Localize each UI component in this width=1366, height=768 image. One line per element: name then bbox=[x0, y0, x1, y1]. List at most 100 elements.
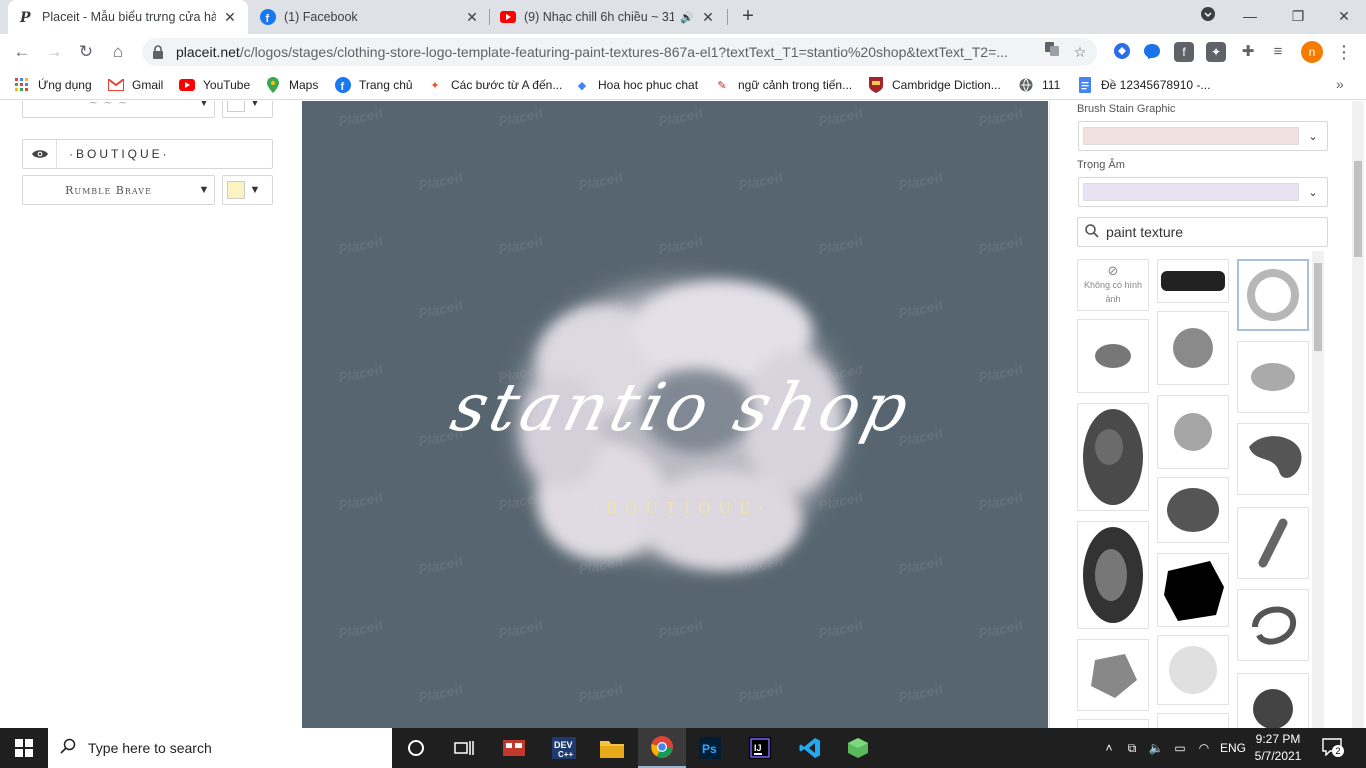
bookmark-steps[interactable]: ✦ Các bước từ A đến... bbox=[427, 76, 562, 94]
graphic-tile[interactable] bbox=[1237, 673, 1309, 728]
forward-button[interactable]: → bbox=[40, 38, 68, 66]
chevron-down-icon: ▼ bbox=[198, 184, 210, 196]
battery-icon[interactable]: ▭ bbox=[1168, 741, 1192, 755]
graphic-tile[interactable] bbox=[1157, 259, 1229, 303]
graphic-tile[interactable] bbox=[1237, 589, 1309, 661]
bookmark-apps[interactable]: Ứng dụng bbox=[14, 76, 92, 94]
graphic-tile-none[interactable]: ⊘ Không có hình ảnh bbox=[1077, 259, 1149, 311]
lock-icon[interactable] bbox=[152, 45, 166, 59]
puzzle-icon[interactable]: ✚ bbox=[1238, 42, 1258, 62]
graphic-tile[interactable] bbox=[1157, 553, 1229, 627]
page-scrollbar[interactable] bbox=[1352, 101, 1364, 728]
graphic-tile-selected[interactable] bbox=[1237, 259, 1309, 331]
close-icon[interactable]: ✕ bbox=[222, 9, 238, 25]
close-icon[interactable]: ✕ bbox=[464, 9, 480, 25]
speaker-icon[interactable]: 🔊 bbox=[680, 11, 694, 24]
restore-button[interactable]: ❐ bbox=[1284, 4, 1312, 28]
graphic-tile[interactable] bbox=[1077, 319, 1149, 393]
bookmark-chemistry[interactable]: ◆ Hoa hoc phuc chat bbox=[574, 76, 698, 94]
bookmark-cambridge[interactable]: Cambridge Diction... bbox=[868, 76, 1001, 94]
bookmark-maps[interactable]: Maps bbox=[265, 76, 318, 94]
bookmark-label: 111 bbox=[1042, 78, 1061, 92]
tab-facebook[interactable]: f (1) Facebook ✕ bbox=[250, 0, 490, 34]
bookmark-docs[interactable]: Đề 12345678910 -... bbox=[1077, 76, 1210, 94]
logo-title-text[interactable]: stantio shop bbox=[362, 369, 1001, 446]
bookmark-facebook-home[interactable]: f Trang chủ bbox=[335, 76, 413, 94]
bookmark-context[interactable]: ✎ ngữ cảnh trong tiến... bbox=[714, 76, 852, 94]
graphic-tile[interactable] bbox=[1157, 635, 1229, 705]
window-close-button[interactable]: ✕ bbox=[1330, 4, 1358, 28]
more-bookmarks-icon[interactable]: » bbox=[1336, 76, 1344, 92]
taskbar-search-box[interactable]: Type here to search bbox=[48, 728, 392, 768]
accent-color-select[interactable]: ⌄ bbox=[1078, 177, 1328, 207]
language-indicator[interactable]: ENG bbox=[1216, 741, 1250, 755]
color-picker-2[interactable]: ▼ bbox=[222, 175, 273, 205]
translate-icon[interactable] bbox=[1041, 41, 1063, 63]
search-value[interactable]: paint texture bbox=[1106, 224, 1183, 240]
graphic-tile[interactable] bbox=[1077, 719, 1149, 728]
graphic-tile[interactable] bbox=[1157, 713, 1229, 728]
tab-youtube[interactable]: (9) Nhạc chill 6h chiều ~ 310 🔊 ✕ bbox=[490, 0, 726, 34]
facebook-extension-icon[interactable]: f bbox=[1174, 42, 1194, 62]
reload-button[interactable]: ↻ bbox=[72, 38, 100, 66]
minimize-button[interactable]: — bbox=[1236, 4, 1264, 28]
eye-icon[interactable] bbox=[23, 140, 57, 168]
extension-icon[interactable] bbox=[1112, 42, 1132, 62]
devc-icon[interactable]: DEV C++ bbox=[540, 728, 588, 768]
chevron-up-icon[interactable]: ˄ bbox=[1098, 741, 1120, 755]
logo-subtitle-text[interactable]: ·BOUTIQUE· bbox=[532, 499, 832, 517]
messenger-icon[interactable] bbox=[1142, 42, 1162, 62]
network-device-icon[interactable]: ⧉ bbox=[1120, 741, 1144, 756]
star-icon[interactable]: ☆ bbox=[1069, 41, 1091, 63]
graphic-grid-scrollbar[interactable] bbox=[1312, 251, 1324, 728]
task-view-icon[interactable] bbox=[440, 728, 488, 768]
url-text[interactable]: placeit.net/c/logos/stages/clothing-stor… bbox=[176, 44, 1041, 60]
bookmark-youtube[interactable]: YouTube bbox=[179, 76, 250, 94]
graphic-tile[interactable] bbox=[1157, 311, 1229, 385]
bookmark-111[interactable]: 111 bbox=[1018, 76, 1060, 94]
graphic-search-input[interactable]: paint texture bbox=[1077, 217, 1328, 247]
profile-avatar[interactable]: n bbox=[1301, 41, 1323, 63]
windows-start-icon[interactable] bbox=[0, 728, 48, 768]
clock[interactable]: 9:27 PM 5/7/2021 bbox=[1248, 731, 1308, 765]
tab-search-button[interactable] bbox=[1194, 4, 1222, 28]
wifi-icon[interactable]: ◠ bbox=[1192, 741, 1216, 755]
notification-icon[interactable]: 2 bbox=[1322, 738, 1344, 758]
text-field-2[interactable]: ·BOUTIQUE· bbox=[22, 139, 273, 169]
text-field-value[interactable]: ·BOUTIQUE· bbox=[69, 147, 170, 161]
color-picker-1[interactable]: ▼ bbox=[222, 101, 273, 118]
graphic-tile[interactable] bbox=[1157, 477, 1229, 543]
scrollbar-thumb[interactable] bbox=[1314, 263, 1322, 351]
brush-color-select[interactable]: ⌄ bbox=[1078, 121, 1328, 151]
file-explorer-icon[interactable] bbox=[588, 728, 636, 768]
back-button[interactable]: ← bbox=[8, 38, 36, 66]
font-select-2[interactable]: Rumble Brave ▼ bbox=[22, 175, 215, 205]
graphic-tile[interactable] bbox=[1077, 403, 1149, 511]
graphic-tile[interactable] bbox=[1237, 507, 1309, 579]
address-bar[interactable]: placeit.net/c/logos/stages/clothing-stor… bbox=[142, 38, 1097, 66]
cortana-icon[interactable] bbox=[392, 728, 440, 768]
extension-icon[interactable]: ✦ bbox=[1206, 42, 1226, 62]
app-icon[interactable] bbox=[490, 728, 538, 768]
font-select-1[interactable]: ~ ~ ~ ▼ bbox=[22, 101, 215, 118]
app-cube-icon[interactable] bbox=[834, 728, 882, 768]
bookmark-gmail[interactable]: Gmail bbox=[108, 76, 163, 94]
media-control-icon[interactable]: ≡ bbox=[1268, 42, 1288, 62]
graphic-tile[interactable] bbox=[1157, 395, 1229, 469]
close-icon[interactable]: ✕ bbox=[700, 9, 716, 25]
graphic-tile[interactable] bbox=[1237, 341, 1309, 413]
menu-icon[interactable]: ⋮ bbox=[1330, 38, 1358, 66]
home-button[interactable]: ⌂ bbox=[104, 38, 132, 66]
scrollbar-thumb[interactable] bbox=[1354, 161, 1362, 257]
new-tab-button[interactable]: + bbox=[736, 5, 760, 29]
tab-placeit[interactable]: P Placeit - Mẫu biểu trưng cửa hàng ✕ bbox=[8, 0, 248, 34]
vscode-icon[interactable] bbox=[786, 728, 834, 768]
photoshop-icon[interactable]: Ps bbox=[686, 728, 734, 768]
graphic-tile[interactable] bbox=[1237, 423, 1309, 495]
chrome-icon[interactable] bbox=[638, 728, 686, 768]
volume-icon[interactable]: 🔈 bbox=[1144, 741, 1168, 755]
intellij-icon[interactable]: IJ bbox=[736, 728, 784, 768]
logo-preview-canvas: Placeit Placeit Placeit Placeit Placeit Place… bbox=[302, 101, 1048, 728]
graphic-tile[interactable] bbox=[1077, 639, 1149, 711]
graphic-tile[interactable] bbox=[1077, 521, 1149, 629]
